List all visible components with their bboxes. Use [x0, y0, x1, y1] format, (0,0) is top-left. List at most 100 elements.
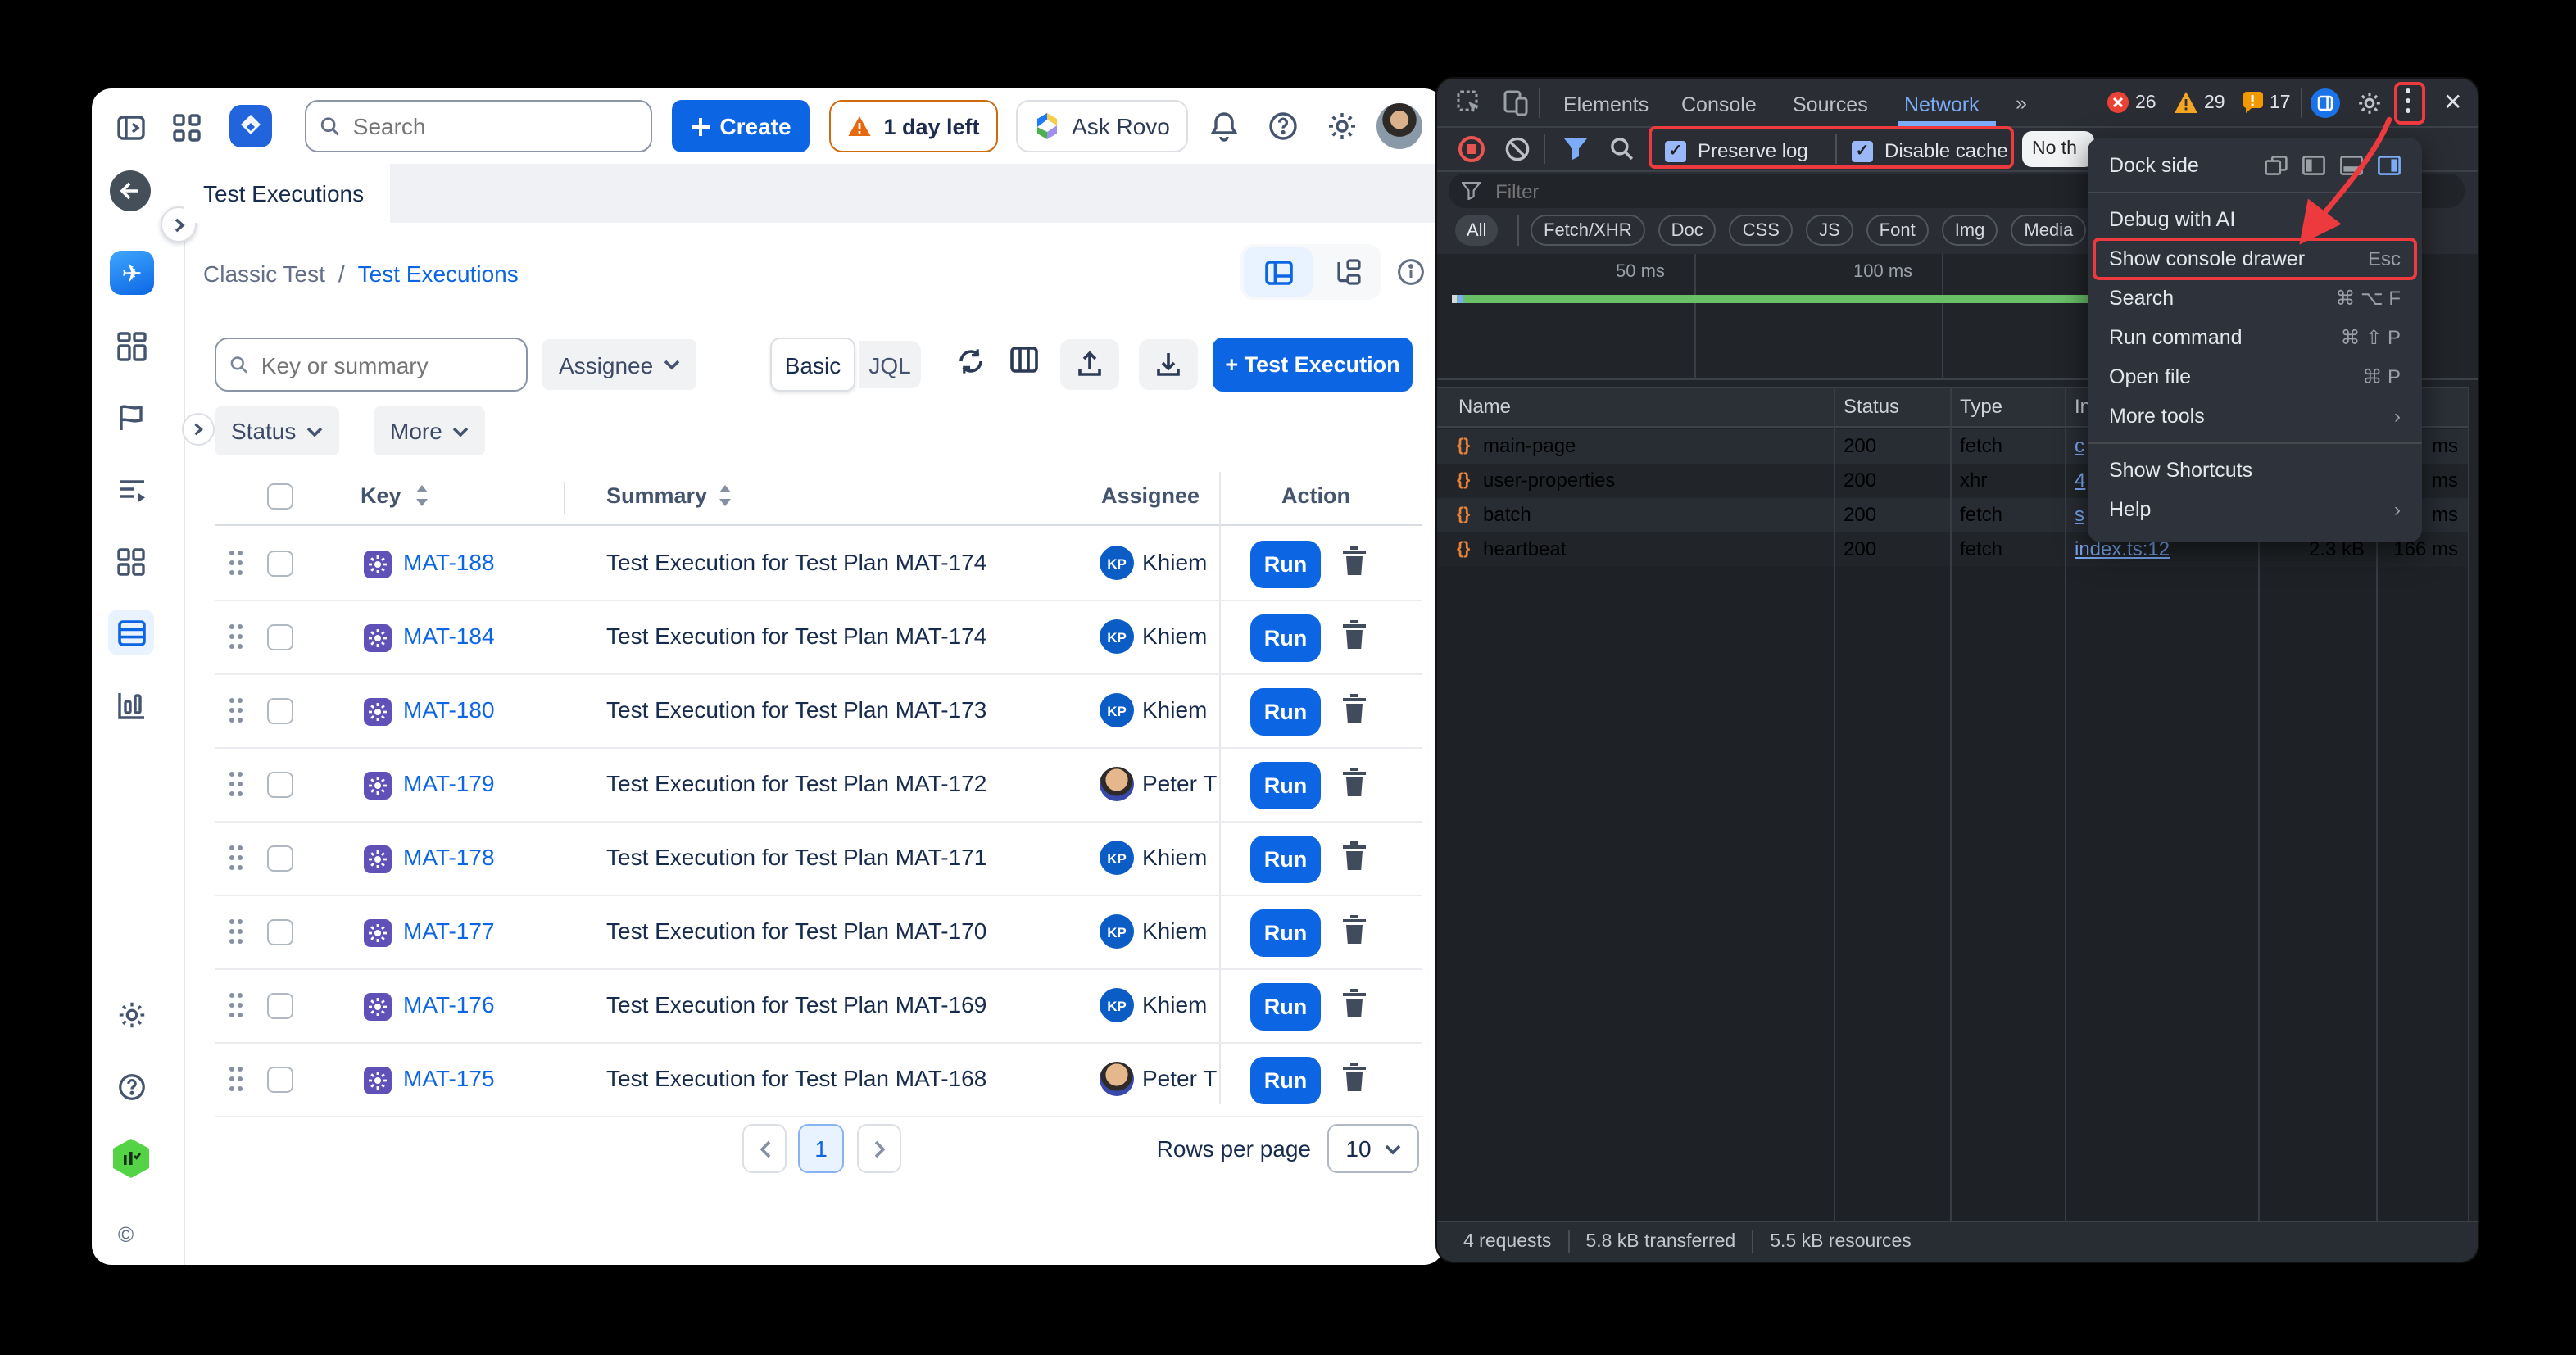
delete-trash-icon[interactable]	[1340, 1062, 1370, 1094]
tab-test-executions[interactable]: Test Executions	[184, 164, 390, 223]
help-icon[interactable]	[1267, 110, 1299, 143]
sidebar-item-reports[interactable]	[108, 682, 154, 727]
select-all-checkbox[interactable]	[267, 483, 293, 510]
issue-summary[interactable]: Test Execution for Test Plan MAT-168	[606, 1065, 986, 1091]
issue-key-link[interactable]: MAT-188	[403, 549, 495, 575]
info-icon[interactable]	[1396, 257, 1426, 287]
run-button[interactable]: Run	[1250, 541, 1321, 588]
collapse-sidebar-icon[interactable]	[115, 111, 147, 144]
run-button[interactable]: Run	[1250, 1057, 1321, 1104]
breadcrumb-project[interactable]: Classic Test	[203, 261, 325, 287]
row-checkbox[interactable]	[267, 772, 293, 798]
run-button[interactable]: Run	[1250, 614, 1321, 662]
dock-left-icon[interactable]	[2302, 156, 2325, 175]
row-checkbox[interactable]	[267, 1067, 293, 1093]
next-page-button[interactable]	[857, 1124, 901, 1173]
request-initiator-link[interactable]: s	[2075, 503, 2084, 526]
back-button[interactable]	[110, 170, 151, 211]
request-name[interactable]: batch	[1483, 503, 1531, 526]
delete-trash-icon[interactable]	[1340, 988, 1370, 1021]
issue-key-link[interactable]: MAT-177	[403, 918, 495, 944]
filter-toggle-icon[interactable]	[1563, 138, 1588, 161]
row-checkbox[interactable]	[267, 919, 293, 945]
request-name[interactable]: heartbeat	[1483, 537, 1566, 560]
issue-summary[interactable]: Test Execution for Test Plan MAT-170	[606, 918, 986, 944]
assignee-filter-dropdown[interactable]: Assignee	[542, 339, 696, 390]
delete-trash-icon[interactable]	[1340, 767, 1370, 800]
row-checkbox[interactable]	[267, 845, 293, 872]
filter-chip[interactable]: CSS	[1730, 215, 1793, 246]
undock-icon[interactable]	[2265, 156, 2288, 175]
drag-handle-icon[interactable]	[229, 551, 234, 555]
drag-handle-icon[interactable]	[229, 919, 234, 924]
sidebar-help-icon[interactable]	[108, 1063, 154, 1109]
jira-logo[interactable]	[229, 105, 272, 147]
prev-page-button[interactable]	[742, 1124, 787, 1173]
key-summary-input[interactable]	[258, 350, 513, 379]
drag-handle-icon[interactable]	[229, 845, 234, 850]
menu-item-help[interactable]: Help ›	[2088, 490, 2422, 529]
column-header-key[interactable]: Key	[361, 483, 401, 508]
notifications-bell-icon[interactable]	[1208, 110, 1240, 143]
drag-handle-icon[interactable]	[229, 772, 234, 777]
issue-summary[interactable]: Test Execution for Test Plan MAT-174	[606, 549, 986, 575]
filter-chip[interactable]: Media	[2011, 215, 2086, 246]
copyright-icon[interactable]: ©	[118, 1222, 134, 1247]
issue-key-link[interactable]: MAT-184	[403, 623, 495, 649]
more-filters-dropdown[interactable]: More	[374, 406, 485, 455]
import-button[interactable]	[1060, 339, 1119, 390]
user-avatar[interactable]	[1376, 103, 1422, 149]
issue-key-link[interactable]: MAT-178	[403, 844, 495, 870]
tab-network[interactable]: Network	[1904, 93, 1980, 116]
devtools-settings-gear-icon[interactable]	[2356, 90, 2383, 116]
menu-item-run-command[interactable]: Run command ⌘ ⇧ P	[2088, 318, 2422, 357]
row-checkbox[interactable]	[267, 698, 293, 724]
drag-handle-icon[interactable]	[229, 993, 234, 998]
issue-summary[interactable]: Test Execution for Test Plan MAT-171	[606, 844, 986, 870]
dock-right-icon-selected[interactable]	[2378, 156, 2401, 175]
global-search[interactable]	[305, 100, 652, 152]
row-checkbox[interactable]	[267, 551, 293, 577]
sidebar-item-apps[interactable]	[108, 539, 154, 585]
jql-mode-button[interactable]: JQL	[859, 341, 921, 388]
sort-icon[interactable]	[415, 483, 429, 508]
search-input[interactable]	[350, 111, 637, 141]
ai-assistance-icon[interactable]	[2311, 88, 2340, 118]
drag-handle-icon[interactable]	[229, 698, 234, 703]
issue-summary[interactable]: Test Execution for Test Plan MAT-174	[606, 623, 986, 649]
dock-bottom-icon[interactable]	[2340, 156, 2363, 175]
inspect-element-icon[interactable]	[1457, 90, 1483, 116]
filter-chip[interactable]: JS	[1806, 215, 1853, 246]
column-type[interactable]: Type	[1960, 395, 2002, 418]
run-button[interactable]: Run	[1250, 836, 1321, 883]
close-devtools-icon[interactable]: ✕	[2443, 88, 2462, 116]
device-toolbar-icon[interactable]	[1503, 90, 1529, 116]
drag-handle-icon[interactable]	[229, 624, 234, 629]
tab-elements[interactable]: Elements	[1563, 93, 1649, 116]
sidebar-item-test-runs[interactable]	[108, 467, 154, 513]
sort-icon[interactable]	[718, 483, 732, 508]
column-header-summary[interactable]: Summary	[606, 483, 707, 508]
filters-expand-button[interactable]	[182, 413, 215, 446]
filter-chip[interactable]: Fetch/XHR	[1531, 215, 1645, 246]
issue-key-link[interactable]: MAT-175	[403, 1065, 495, 1091]
row-checkbox[interactable]	[267, 993, 293, 1019]
issue-key-link[interactable]: MAT-176	[403, 991, 495, 1017]
delete-trash-icon[interactable]	[1340, 546, 1370, 578]
status-filter-dropdown[interactable]: Status	[215, 406, 338, 455]
delete-trash-icon[interactable]	[1340, 914, 1370, 947]
issue-summary[interactable]: Test Execution for Test Plan MAT-172	[606, 770, 986, 796]
issue-key-link[interactable]: MAT-180	[403, 696, 495, 723]
row-checkbox[interactable]	[267, 624, 293, 650]
warning-count-badge[interactable]: 29	[2175, 92, 2225, 113]
clear-network-log-icon[interactable]	[1504, 136, 1531, 162]
sidebar-item-flag[interactable]	[108, 395, 154, 441]
new-test-execution-button[interactable]: + Test Execution	[1213, 338, 1413, 392]
refresh-button[interactable]	[955, 346, 986, 377]
error-count-badge[interactable]: 26	[2107, 92, 2156, 113]
issues-count-badge[interactable]: 17	[2242, 92, 2291, 113]
issue-key-link[interactable]: MAT-179	[403, 770, 495, 796]
tab-console[interactable]: Console	[1681, 93, 1757, 116]
app-switcher-icon[interactable]	[172, 113, 202, 143]
breadcrumb-page-link[interactable]: Test Executions	[358, 261, 519, 287]
